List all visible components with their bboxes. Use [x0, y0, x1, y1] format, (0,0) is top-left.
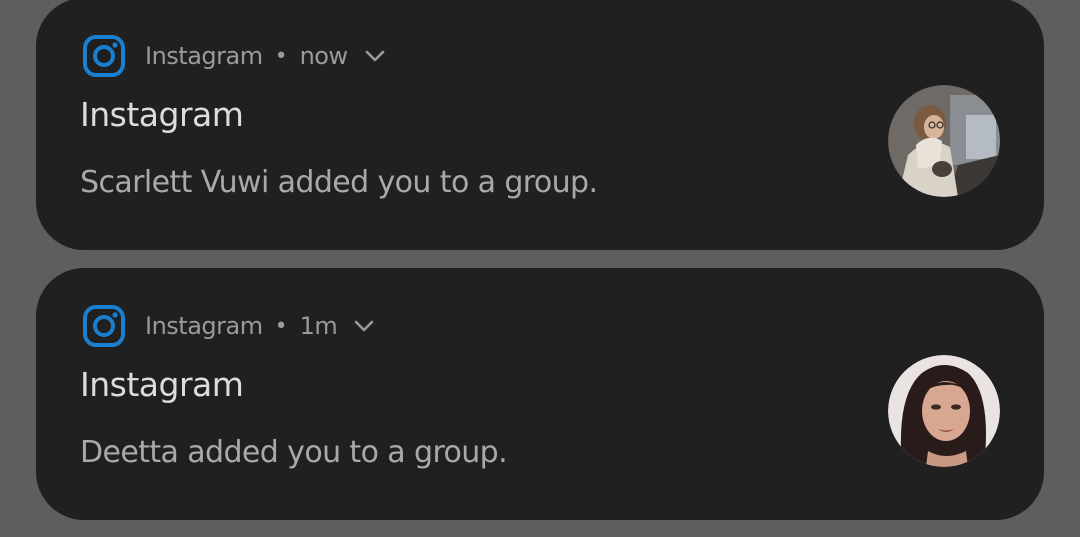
avatar: [888, 355, 1000, 467]
notification-header: Instagram • now: [82, 33, 386, 79]
separator-dot: •: [274, 43, 288, 69]
chevron-down-icon[interactable]: [353, 315, 375, 337]
instagram-icon: [83, 305, 125, 347]
chevron-down-icon[interactable]: [364, 45, 386, 67]
app-name: Instagram: [145, 312, 263, 340]
instagram-icon: [83, 35, 125, 77]
notification-title: Instagram: [80, 365, 244, 404]
app-name: Instagram: [145, 42, 263, 70]
notification-card[interactable]: Instagram • 1m Instagram Deetta added yo…: [36, 268, 1044, 520]
notification-title: Instagram: [80, 95, 244, 134]
avatar: [888, 85, 1000, 197]
notification-message: Scarlett Vuwi added you to a group.: [80, 165, 598, 200]
notification-message: Deetta added you to a group.: [80, 435, 508, 470]
notification-time: 1m: [299, 312, 338, 340]
notification-time: now: [299, 42, 349, 70]
notification-card[interactable]: Instagram • now Instagram Scarlett Vuwi …: [36, 0, 1044, 250]
notification-header: Instagram • 1m: [82, 303, 375, 349]
notification-shade: Instagram • now Instagram Scarlett Vuwi …: [0, 0, 1080, 537]
separator-dot: •: [274, 313, 288, 339]
